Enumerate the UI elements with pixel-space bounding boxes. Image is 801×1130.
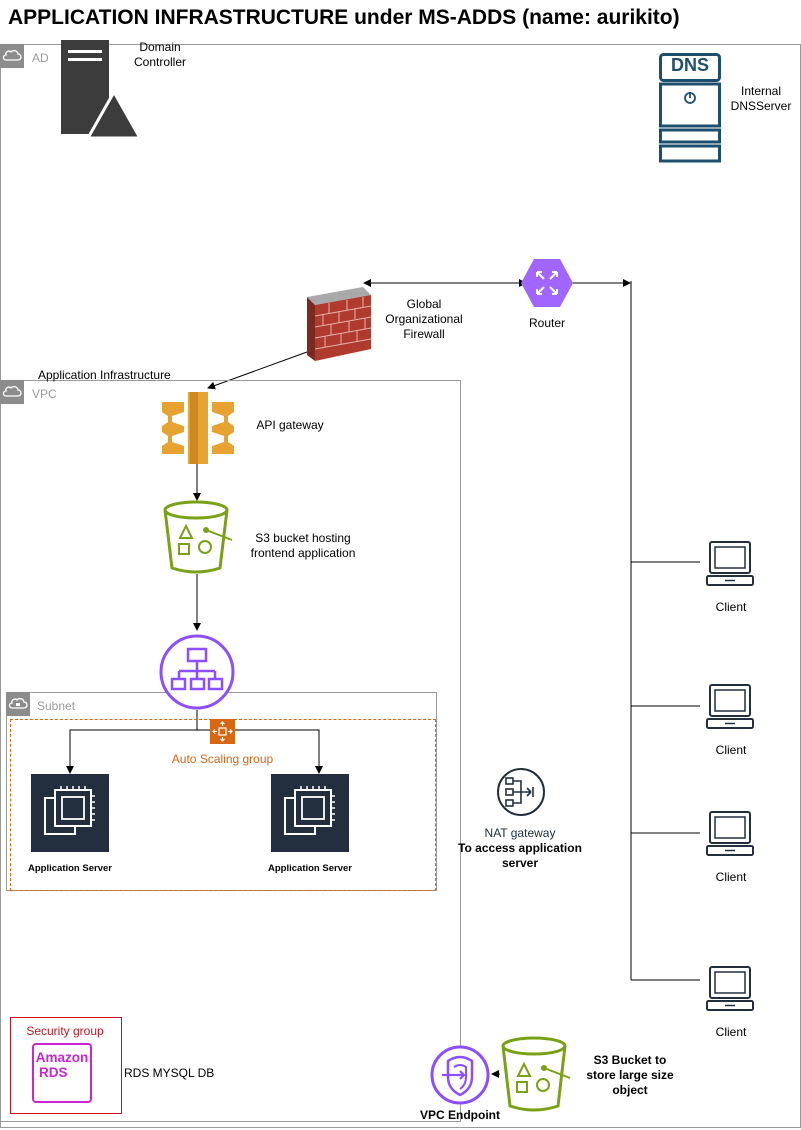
nat-note: To access application server (458, 841, 582, 870)
router-label: Router (528, 316, 566, 330)
client-computer-icon (706, 541, 754, 586)
app-server-1 (31, 774, 109, 852)
rds-badge-bottom: RDS (39, 1065, 68, 1080)
app-server-1-label: Application Server (28, 863, 112, 874)
domain-controller-label: Domain Controller (133, 40, 187, 69)
client-computer-icon (706, 811, 754, 856)
cloud-icon (0, 380, 24, 404)
s3-bucket-icon (163, 500, 233, 574)
api-gateway-icon (162, 392, 234, 464)
s3-frontend-label: S3 bucket hosting frontend application (250, 531, 356, 560)
client-computer-icon (706, 966, 754, 1011)
rds-icon: Amazon RDS (32, 1043, 92, 1103)
api-gateway-label: API gateway (256, 418, 324, 432)
subnet-group-label: Subnet (37, 699, 76, 713)
client-label: Client (715, 870, 747, 884)
autoscaling-label: Auto Scaling group (171, 752, 274, 766)
rds-badge-top: Amazon (35, 1050, 89, 1065)
rds-label: RDS MYSQL DB (124, 1066, 215, 1080)
client-label: Client (715, 600, 747, 614)
router-icon (521, 259, 573, 307)
ec2-instance-icon (44, 786, 95, 835)
dns-server-label: Internal DNSServer (730, 84, 792, 113)
vpc-caption: Application Infrastructure (38, 368, 171, 382)
vpc-group-label: VPC (32, 387, 57, 401)
dns-badge: DNS (670, 55, 709, 75)
app-server-2 (271, 774, 349, 852)
client-label: Client (715, 743, 747, 757)
firewall-label: Global Organizational Firewall (385, 297, 463, 341)
cloud-lock-icon (6, 692, 30, 716)
client-label: Client (715, 1025, 747, 1039)
app-server-2-label: Application Server (268, 863, 352, 874)
nat-gateway-icon (497, 768, 545, 816)
ad-group-label: AD (32, 51, 49, 65)
s3-bucket-icon (501, 1036, 571, 1112)
vpc-endpoint-label: VPC Endpoint (420, 1108, 500, 1122)
ec2-instance-icon (284, 786, 335, 835)
load-balancer-icon (159, 634, 235, 710)
brick-firewall-icon (307, 287, 372, 361)
client-computer-icon (706, 684, 754, 729)
autoscaling-icon (210, 719, 235, 744)
security-group-label: Security group (26, 1024, 104, 1038)
vpc-endpoint-icon (430, 1045, 490, 1105)
nat-gateway-label: NAT gateway (484, 826, 556, 840)
s3-large-label: S3 Bucket to store large size object (586, 1053, 674, 1097)
cloud-icon (0, 44, 24, 68)
